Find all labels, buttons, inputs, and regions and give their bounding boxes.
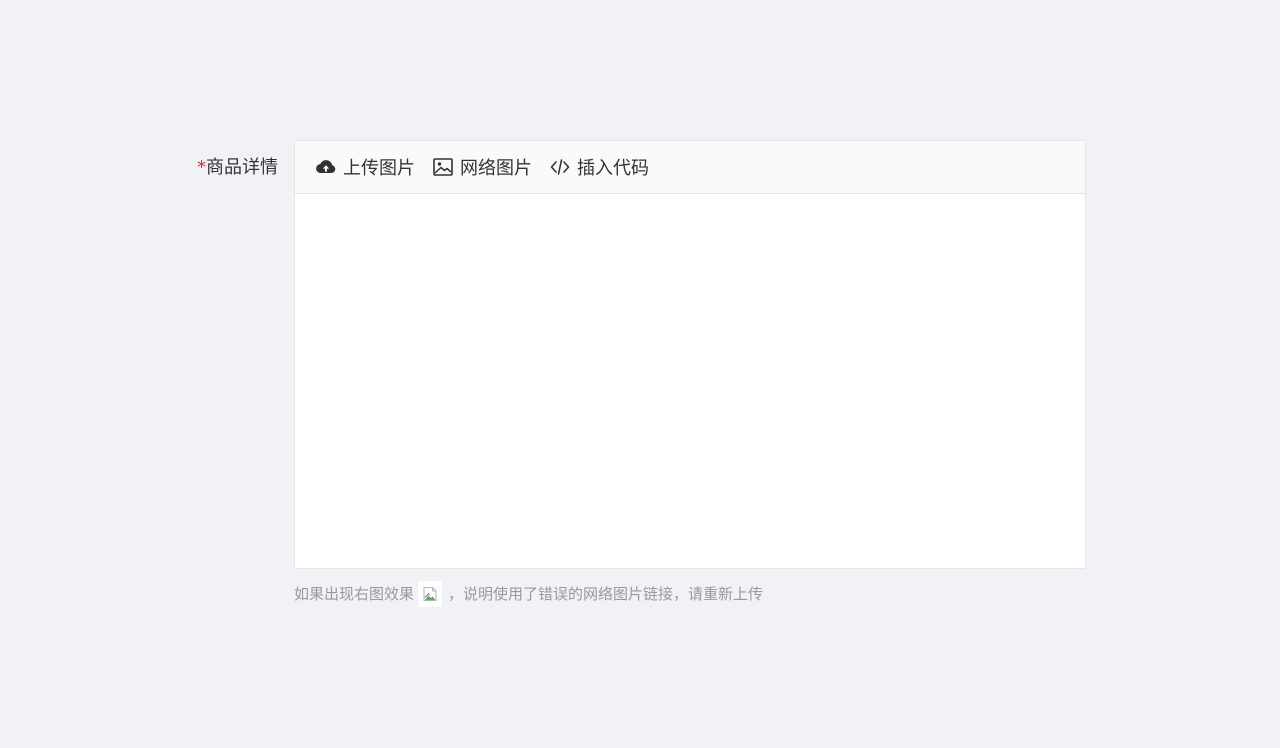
- broken-image-icon: [418, 581, 443, 607]
- help-text: 如果出现右图效果 ，说明使用了错误的网络图片链接，请重新上传: [294, 580, 763, 608]
- field-label-text: 商品详情: [206, 157, 278, 178]
- insert-code-label: 插入代码: [577, 158, 649, 179]
- network-image-button[interactable]: 网络图片: [433, 154, 532, 180]
- editor-toolbar: 上传图片 网络图片 插入代码: [295, 141, 1085, 194]
- field-label: *商品详情: [160, 154, 278, 182]
- upload-image-button[interactable]: 上传图片: [316, 154, 415, 180]
- insert-code-button[interactable]: 插入代码: [550, 154, 649, 180]
- editor-content-area[interactable]: [295, 194, 1085, 568]
- rich-text-editor: 上传图片 网络图片 插入代码: [294, 140, 1086, 569]
- cloud-upload-icon: [316, 157, 336, 177]
- upload-image-label: 上传图片: [343, 158, 415, 179]
- network-image-label: 网络图片: [460, 158, 532, 179]
- required-mark: *: [197, 157, 206, 178]
- product-detail-form-row: *商品详情 上传图片 网络图片 插入代码 如果出现右图效果 ，说明使用了错误的网…: [0, 140, 1280, 610]
- code-icon: [550, 157, 570, 177]
- help-text-before: 如果出现右图效果: [294, 585, 415, 603]
- image-icon: [433, 157, 453, 177]
- help-text-after: ，说明使用了错误的网络图片链接，请重新上传: [448, 585, 764, 603]
